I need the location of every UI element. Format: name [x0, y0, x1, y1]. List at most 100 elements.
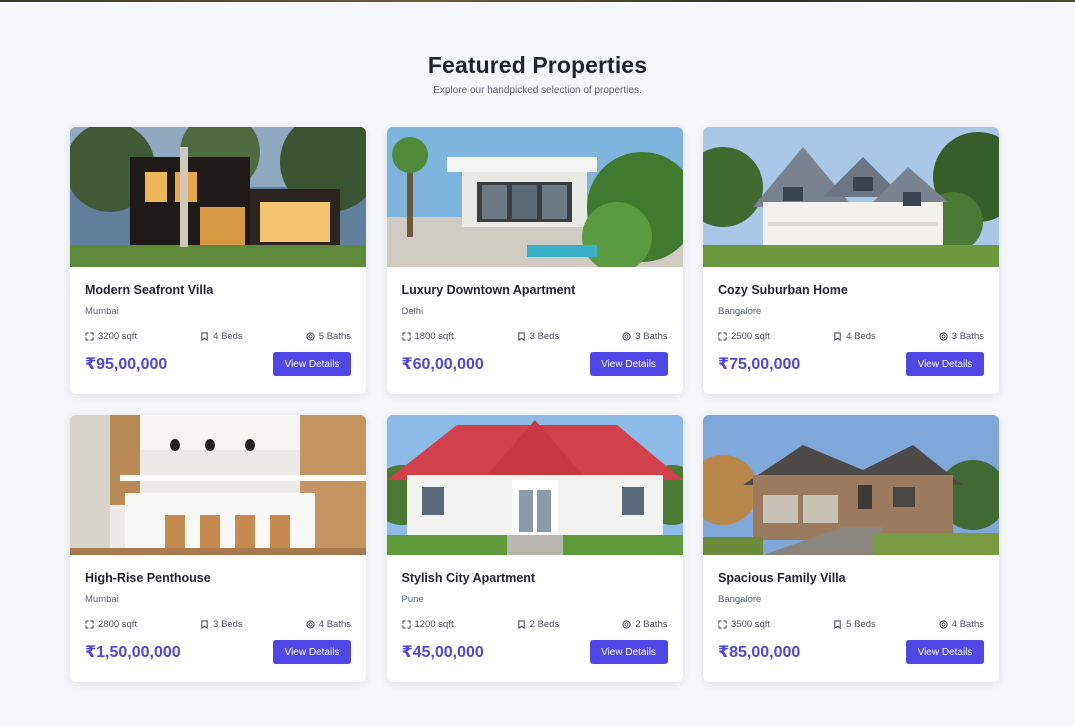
property-card[interactable]: High-Rise Penthouse Mumbai 2800 sqft 3 B…: [70, 415, 366, 682]
property-location: Bangalore: [718, 306, 762, 317]
bath-icon: [622, 331, 631, 341]
area-value: 3500 sqft: [731, 618, 771, 630]
baths-feature: 4 Baths: [306, 619, 351, 630]
page-subtitle: Explore our handpicked selection of prop…: [433, 85, 642, 96]
area-feature: 3500 sqft: [718, 619, 770, 630]
property-location: Mumbai: [85, 306, 119, 317]
beds-value: 4 Beds: [213, 330, 243, 342]
bath-icon: [939, 619, 948, 629]
bed-icon: [201, 331, 208, 341]
bed-icon: [517, 619, 525, 629]
area-value: 2800 sqft: [98, 618, 138, 630]
property-image-victorian-house[interactable]: [703, 127, 999, 267]
beds-feature: 4 Beds: [833, 331, 876, 342]
baths-feature: 5 Baths: [306, 331, 351, 342]
property-price: ₹75,00,000: [718, 356, 801, 373]
expand-arrows-icon: [718, 619, 727, 629]
beds-value: 5 Beds: [846, 618, 876, 630]
bed-icon: [517, 331, 525, 341]
property-grid: Modern Seafront Villa Mumbai 3200 sqft 4…: [70, 127, 999, 682]
expand-arrows-icon: [85, 619, 94, 629]
price-row: ₹95,00,000 View Details: [85, 352, 351, 376]
section-header: Featured Properties Explore our handpick…: [0, 52, 1075, 96]
area-feature: 1800 sqft: [401, 330, 454, 342]
expand-arrows-icon: [401, 331, 411, 341]
property-location: Bangalore: [718, 594, 762, 605]
price-row: ₹60,00,000 View Details: [402, 352, 668, 376]
bed-icon: [201, 619, 208, 629]
property-card[interactable]: Spacious Family Villa Bangalore 3500 sqf…: [703, 415, 999, 682]
view-details-button[interactable]: View Details: [273, 352, 351, 376]
property-title: High-Rise Penthouse: [85, 571, 211, 585]
bath-icon: [306, 331, 315, 341]
beds-feature: 3 Beds: [517, 330, 560, 342]
property-title: Luxury Downtown Apartment: [401, 283, 576, 297]
baths-feature: 4 Baths: [939, 619, 984, 630]
baths-value: 5 Baths: [318, 330, 351, 342]
view-details-button[interactable]: View Details: [273, 640, 351, 664]
page-title: Featured Properties: [427, 52, 648, 78]
area-value: 1800 sqft: [414, 330, 454, 342]
property-features: 1800 sqft 3 Beds 3 Baths: [401, 330, 668, 342]
property-image-red-roof-house[interactable]: [386, 415, 683, 555]
property-title: Stylish City Apartment: [401, 571, 536, 585]
property-features: 2500 sqft 4 Beds 3 Baths: [718, 330, 984, 342]
beds-value: 3 Beds: [213, 618, 243, 630]
property-location: Pune: [401, 594, 424, 605]
area-feature: 2500 sqft: [718, 331, 770, 342]
price-row: ₹45,00,000 View Details: [402, 640, 668, 664]
property-card[interactable]: Modern Seafront Villa Mumbai 3200 sqft 4…: [70, 127, 366, 394]
property-features: 2800 sqft 3 Beds 4 Baths: [85, 618, 351, 630]
beds-feature: 5 Beds: [833, 619, 876, 630]
baths-value: 3 Baths: [951, 330, 984, 342]
bath-icon: [622, 619, 631, 629]
property-card[interactable]: Luxury Downtown Apartment Delhi 1800 sqf…: [386, 127, 683, 394]
beds-feature: 4 Beds: [200, 331, 243, 342]
expand-arrows-icon: [401, 619, 411, 629]
expand-arrows-icon: [85, 331, 94, 341]
baths-value: 2 Baths: [635, 618, 668, 630]
price-row: ₹1,50,00,000 View Details: [85, 640, 351, 664]
area-feature: 2800 sqft: [85, 619, 137, 630]
view-details-button[interactable]: View Details: [589, 352, 668, 376]
property-card[interactable]: Stylish City Apartment Pune 1200 sqft 2 …: [386, 415, 683, 682]
property-image-modern-villa[interactable]: [70, 127, 366, 267]
property-features: 3500 sqft 5 Beds 4 Baths: [718, 618, 984, 630]
area-value: 3200 sqft: [98, 330, 138, 342]
property-price: ₹85,00,000: [718, 644, 801, 661]
price-row: ₹75,00,000 View Details: [718, 352, 984, 376]
property-image-kitchen-interior[interactable]: [70, 415, 366, 555]
bath-icon: [939, 331, 948, 341]
view-details-button[interactable]: View Details: [906, 640, 984, 664]
price-row: ₹85,00,000 View Details: [718, 640, 984, 664]
beds-value: 2 Beds: [529, 618, 560, 630]
baths-feature: 3 Baths: [939, 331, 984, 342]
baths-value: 3 Baths: [635, 330, 668, 342]
property-title: Spacious Family Villa: [718, 571, 846, 585]
baths-value: 4 Baths: [951, 618, 984, 630]
property-price: ₹45,00,000: [401, 644, 484, 661]
beds-feature: 2 Beds: [517, 618, 560, 630]
area-feature: 3200 sqft: [85, 331, 137, 342]
property-card[interactable]: Cozy Suburban Home Bangalore 2500 sqft 4…: [703, 127, 999, 394]
property-image-brick-family-house[interactable]: [703, 415, 999, 555]
property-price: ₹1,50,00,000: [85, 644, 181, 661]
expand-arrows-icon: [718, 331, 727, 341]
area-value: 2500 sqft: [731, 330, 771, 342]
property-features: 1200 sqft 2 Beds 2 Baths: [401, 618, 668, 630]
property-location: Delhi: [401, 306, 424, 317]
baths-feature: 2 Baths: [622, 619, 667, 630]
top-banner-edge: [0, 0, 1075, 2]
area-value: 1200 sqft: [414, 618, 454, 630]
beds-value: 3 Beds: [529, 330, 560, 342]
property-title: Modern Seafront Villa: [85, 283, 214, 297]
view-details-button[interactable]: View Details: [906, 352, 984, 376]
view-details-button[interactable]: View Details: [589, 640, 668, 664]
baths-value: 4 Baths: [318, 618, 351, 630]
beds-feature: 3 Beds: [200, 619, 243, 630]
bed-icon: [834, 331, 841, 341]
property-price: ₹95,00,000: [85, 356, 168, 373]
property-image-white-modern-house[interactable]: [386, 127, 683, 267]
property-title: Cozy Suburban Home: [718, 283, 848, 297]
bed-icon: [834, 619, 841, 629]
